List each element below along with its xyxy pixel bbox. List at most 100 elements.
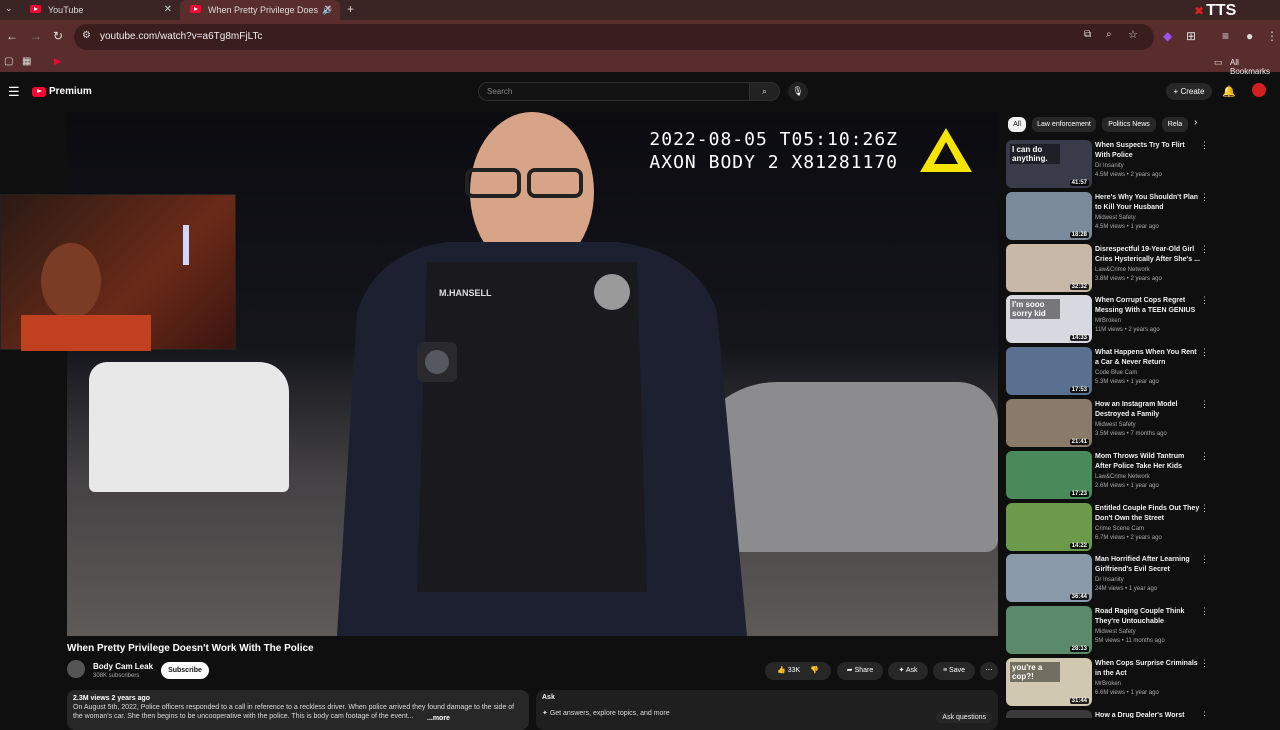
video-thumbnail[interactable]: 28:13 — [1006, 606, 1092, 655]
video-thumbnail[interactable]: I'm sooo sorry kid 14:33 — [1006, 295, 1092, 344]
recommendation-channel[interactable]: Midwest Safety — [1095, 215, 1136, 221]
more-vertical-icon[interactable]: ⋮ — [1200, 710, 1209, 718]
reload-icon[interactable]: ↻ — [53, 29, 63, 43]
recommendation-item[interactable]: I can do anything. 41:57 When Suspects Try… — [1006, 140, 1276, 190]
chip-all[interactable]: All — [1008, 117, 1026, 132]
video-thumbnail[interactable]: 14:22 — [1006, 502, 1092, 551]
recommendation-item[interactable]: 36:44 Man Horrified After Learning Girlfr… — [1006, 554, 1276, 604]
site-info-icon[interactable]: ⚙ — [82, 30, 91, 41]
video-thumbnail[interactable] — [1006, 709, 1092, 718]
forward-icon[interactable]: → — [30, 29, 42, 43]
tab-current-video[interactable]: When Pretty Privilege Does 🔊 ✕ — [180, 0, 340, 20]
recommendation-channel[interactable]: Crime Scene Cam — [1095, 526, 1144, 532]
more-vertical-icon[interactable]: ⋮ — [1200, 658, 1209, 669]
more-vertical-icon[interactable]: ⋮ — [1200, 399, 1209, 410]
recommendation-title[interactable]: When Corrupt Cops Regret Messing With a … — [1095, 296, 1201, 316]
video-player[interactable]: 2022-08-05 T05:10:26Z AXON BODY 2 X81281… — [67, 112, 998, 636]
chevron-right-icon[interactable]: › — [1194, 117, 1197, 128]
more-vertical-icon[interactable]: ⋮ — [1200, 606, 1209, 617]
recommendation-channel[interactable]: MrBroken — [1095, 681, 1121, 687]
recommendation-title[interactable]: Mom Throws Wild Tantrum After Police Tak… — [1095, 452, 1201, 472]
recommendation-channel[interactable]: Dr Insanity — [1095, 577, 1124, 583]
recommendation-item[interactable]: 32:32 Disrespectful 19-Year-Old Girl Crie… — [1006, 243, 1276, 294]
recommendation-channel[interactable]: Midwest Safety — [1095, 629, 1136, 635]
recommendation-title[interactable]: Road Raging Couple Think They're Untouch… — [1095, 607, 1201, 627]
like-button[interactable]: 👍 33K — [777, 667, 800, 674]
video-thumbnail[interactable]: 17:53 — [1006, 347, 1092, 396]
video-thumbnail[interactable]: you're a cop?! 31:44 — [1006, 658, 1092, 706]
more-vertical-icon[interactable]: ⋮ — [1200, 244, 1209, 255]
recommendation-item[interactable]: 21:41 How an Instagram Model Destroyed a … — [1006, 399, 1276, 449]
recommendation-channel[interactable]: Law&Crime Network — [1095, 474, 1150, 480]
create-button[interactable]: + Create — [1166, 83, 1212, 100]
more-vertical-icon[interactable]: ⋮ — [1200, 295, 1209, 306]
channel-avatar[interactable] — [67, 660, 85, 678]
chip-law-enforcement[interactable]: Law enforcement — [1032, 117, 1096, 132]
back-icon[interactable]: ← — [6, 29, 18, 43]
recommendation-title[interactable]: How an Instagram Model Destroyed a Famil… — [1095, 400, 1201, 420]
chip-related[interactable]: Rela — [1162, 117, 1188, 132]
dislike-button[interactable]: 👎 — [810, 667, 819, 674]
profile-avatar-icon[interactable]: ● — [1246, 29, 1253, 43]
video-thumbnail[interactable]: 21:41 — [1006, 399, 1092, 447]
tab-search-icon[interactable]: ⌄ — [5, 3, 13, 14]
recommendation-title[interactable]: What Happens When You Rent a Car & Never… — [1095, 348, 1201, 368]
hamburger-menu-icon[interactable]: ☰ — [8, 84, 20, 100]
description-box[interactable]: 2.3M views 2 years ago On August 5th, 20… — [67, 690, 529, 730]
video-thumbnail[interactable]: 18:28 — [1006, 191, 1092, 240]
show-more-link[interactable]: ...more — [425, 715, 450, 722]
all-bookmarks-link[interactable]: All Bookmarks — [1230, 58, 1280, 76]
recommendation-item[interactable]: 17:23 Mom Throws Wild Tantrum After Polic… — [1006, 450, 1276, 501]
install-icon[interactable]: ⧉ — [1084, 29, 1091, 40]
recommendation-item[interactable]: 14:22 Entitled Couple Finds Out They Don'… — [1006, 502, 1276, 553]
recommendation-channel[interactable]: MrBroken — [1095, 318, 1121, 324]
ask-button[interactable]: ✦ Ask — [888, 662, 928, 680]
tab-youtube[interactable]: YouTube ✕ — [20, 0, 180, 20]
bookmark-page-icon[interactable]: ▢ — [4, 56, 13, 67]
search-input[interactable]: Search — [478, 82, 750, 101]
youtube-premium-logo[interactable]: Premium — [32, 86, 92, 97]
recommendation-item[interactable]: 28:13 Road Raging Couple Think They're Un… — [1006, 606, 1276, 656]
recommendation-channel[interactable]: Code Blue Cam — [1095, 370, 1137, 376]
more-actions-button[interactable]: ⋯ — [980, 662, 998, 680]
recommendation-title[interactable]: Man Horrified After Learning Girlfriend'… — [1095, 555, 1201, 575]
more-vertical-icon[interactable]: ⋮ — [1200, 554, 1209, 565]
share-button[interactable]: ➦ Share — [837, 662, 883, 680]
more-vertical-icon[interactable]: ⋮ — [1200, 192, 1209, 203]
voice-search-button[interactable]: 🎙 — [788, 82, 808, 101]
more-vertical-icon[interactable]: ⋮ — [1200, 347, 1209, 358]
account-avatar[interactable] — [1252, 83, 1266, 97]
recommendation-channel[interactable]: Midwest Safety — [1095, 422, 1136, 428]
video-thumbnail[interactable]: I can do anything. 41:57 — [1006, 140, 1092, 188]
recommendation-item[interactable]: you're a cop?! 31:44 When Cops Surprise Cr… — [1006, 658, 1276, 708]
extensions-puzzle-icon[interactable]: ⊞ — [1186, 29, 1196, 43]
chip-politics-news[interactable]: Politics News — [1102, 117, 1156, 132]
recommendation-title[interactable]: When Cops Surprise Criminals in the Act — [1095, 659, 1201, 679]
search-button[interactable]: ⌕ — [750, 82, 780, 101]
close-tab-icon[interactable]: ✕ — [164, 4, 172, 15]
zoom-icon[interactable]: ⌕ — [1106, 29, 1112, 40]
youtube-bookmark-icon[interactable]: ▶ — [54, 56, 61, 67]
notifications-bell-icon[interactable]: 🔔 — [1222, 85, 1236, 98]
close-tab-icon[interactable]: ✕ — [324, 4, 332, 15]
address-bar[interactable]: ⚙ youtube.com/watch?v=a6Tg8mFjLTc ⧉ ⌕ ☆ — [74, 24, 1154, 50]
recommendation-title[interactable]: How a Drug Dealer's Worst — [1095, 711, 1201, 718]
recommendation-title[interactable]: Disrespectful 19-Year-Old Girl Cries Hys… — [1095, 245, 1201, 265]
recommendation-item[interactable]: 18:28 Here's Why You Shouldn't Plan to Ki… — [1006, 191, 1276, 242]
extension-icon[interactable]: ◆ — [1163, 29, 1172, 43]
channel-name[interactable]: Body Cam Leak — [93, 662, 153, 671]
more-vertical-icon[interactable]: ⋮ — [1200, 503, 1209, 514]
more-vertical-icon[interactable]: ⋮ — [1200, 140, 1209, 151]
browser-menu-icon[interactable]: ⋮ — [1266, 29, 1278, 43]
video-thumbnail[interactable]: 17:23 — [1006, 450, 1092, 499]
recommendation-item[interactable]: How a Drug Dealer's Worst ⋮ — [1006, 709, 1276, 718]
recommendation-title[interactable]: Here's Why You Shouldn't Plan to Kill Yo… — [1095, 193, 1201, 213]
more-vertical-icon[interactable]: ⋮ — [1200, 451, 1209, 462]
recommendation-title[interactable]: Entitled Couple Finds Out They Don't Own… — [1095, 504, 1201, 524]
ask-questions-button[interactable]: Ask questions — [936, 712, 992, 723]
save-button[interactable]: ≡ Save — [933, 662, 975, 680]
apps-grid-icon[interactable]: ▦ — [22, 56, 31, 67]
video-thumbnail[interactable]: 36:44 — [1006, 554, 1092, 603]
recommendation-item[interactable]: 17:53 What Happens When You Rent a Car & … — [1006, 347, 1276, 397]
recommendation-channel[interactable]: Dr Insanity — [1095, 163, 1124, 169]
